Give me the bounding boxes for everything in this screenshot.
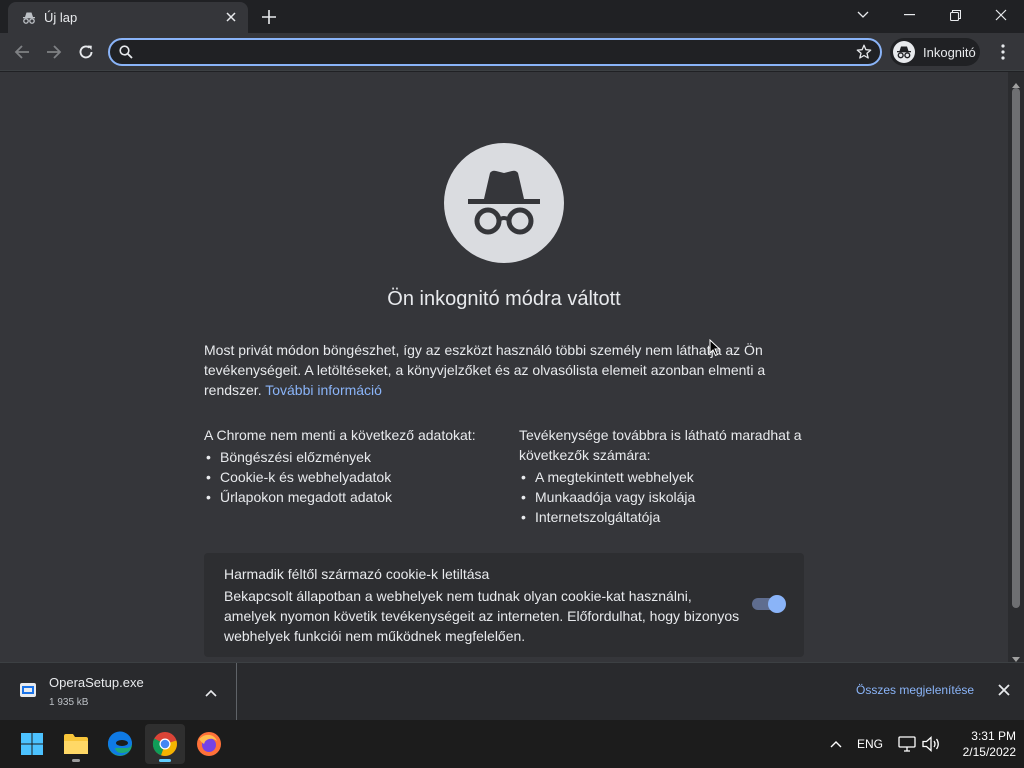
incognito-avatar-icon: [893, 41, 915, 63]
system-clock[interactable]: 3:31 PM 2/15/2022: [946, 728, 1016, 760]
incognito-hero-icon: [444, 143, 564, 263]
language-indicator[interactable]: ENG: [852, 720, 888, 768]
tab-strip: Új lap: [0, 0, 1024, 33]
toggle-knob: [768, 595, 786, 613]
network-icon[interactable]: [896, 720, 918, 768]
still-visible-heading: Tevékenysége továbbra is látható maradha…: [519, 427, 802, 463]
search-icon: [119, 45, 133, 64]
not-saved-column: A Chrome nem menti a következő adatokat:…: [204, 425, 494, 507]
profile-label: Inkognitó: [923, 44, 976, 60]
list-item: Internetszolgáltatója: [521, 507, 809, 527]
reload-button[interactable]: [73, 39, 99, 65]
volume-icon[interactable]: [920, 720, 942, 768]
tab-search-icon[interactable]: [840, 0, 886, 30]
tab-new-tab[interactable]: Új lap: [8, 2, 248, 33]
download-file-name: OperaSetup.exe: [49, 675, 144, 690]
not-saved-heading: A Chrome nem menti a következő adatokat:: [204, 427, 476, 443]
list-item: Cookie-k és webhelyadatok: [206, 467, 494, 487]
list-item: Munkaadója vagy iskolája: [521, 487, 809, 507]
incognito-icon: [22, 11, 36, 25]
download-file-size: 1 935 kB: [49, 697, 89, 708]
bookmark-star-icon[interactable]: [856, 44, 872, 65]
clock-time: 3:31 PM: [971, 729, 1016, 743]
chrome-icon[interactable]: [145, 724, 185, 764]
new-tab-button[interactable]: [258, 6, 280, 28]
vertical-scrollbar[interactable]: [1008, 72, 1024, 662]
address-bar[interactable]: [108, 38, 882, 66]
minimize-icon[interactable]: [886, 0, 932, 30]
cookie-card-description: Bekapcsolt állapotban a webhelyek nem tu…: [224, 588, 740, 644]
address-input[interactable]: [142, 43, 842, 61]
close-window-icon[interactable]: [978, 0, 1024, 30]
still-visible-list: A megtekintett webhelyek Munkaadója vagy…: [519, 467, 809, 527]
running-indicator: [159, 759, 171, 762]
scroll-up-icon[interactable]: [1012, 75, 1020, 88]
list-item: Űrlapokon megadott adatok: [206, 487, 494, 507]
firefox-icon[interactable]: [189, 724, 229, 764]
cookie-card-title: Harmadik féltől származó cookie-k letilt…: [224, 566, 490, 582]
still-visible-column: Tevékenysége továbbra is látható maradha…: [519, 425, 809, 527]
browser-toolbar: Inkognitó: [0, 33, 1024, 71]
not-saved-list: Böngészési előzmények Cookie-k és webhel…: [204, 447, 494, 507]
installer-file-icon: [19, 681, 37, 699]
incognito-profile-button[interactable]: Inkognitó: [890, 38, 980, 66]
windows-start-icon[interactable]: [12, 724, 52, 764]
back-button[interactable]: [9, 39, 35, 65]
scroll-down-icon[interactable]: [1012, 650, 1020, 662]
forward-button[interactable]: [41, 39, 67, 65]
more-menu-icon[interactable]: [992, 39, 1014, 65]
list-item: Böngészési előzmények: [206, 447, 494, 467]
show-all-downloads-link[interactable]: Összes megjelenítése: [856, 683, 974, 697]
running-indicator: [72, 759, 80, 762]
chevron-up-icon[interactable]: [205, 684, 217, 702]
restore-icon[interactable]: [932, 0, 978, 30]
incognito-new-tab-page: Ön inkognitó módra váltott Most privát m…: [0, 72, 1008, 662]
third-party-cookie-card: Harmadik féltől származó cookie-k letilt…: [204, 553, 804, 657]
learn-more-link[interactable]: További információ: [265, 382, 382, 398]
block-cookies-toggle[interactable]: [752, 595, 786, 613]
edge-icon[interactable]: [100, 724, 140, 764]
tab-title: Új lap: [44, 10, 78, 25]
page-title: Ön inkognitó módra váltott: [387, 288, 621, 310]
clock-date: 2/15/2022: [962, 745, 1016, 759]
windows-taskbar: ENG 3:31 PM 2/15/2022: [0, 720, 1024, 768]
close-download-shelf-icon[interactable]: [998, 683, 1010, 701]
mouse-cursor-icon: [709, 338, 721, 362]
tab-close-icon[interactable]: [222, 8, 240, 26]
download-item[interactable]: OperaSetup.exe 1 935 kB: [12, 663, 237, 721]
file-explorer-icon[interactable]: [56, 724, 96, 764]
list-item: A megtekintett webhelyek: [521, 467, 809, 487]
download-shelf: OperaSetup.exe 1 935 kB Összes megjelení…: [0, 662, 1024, 721]
scrollbar-thumb[interactable]: [1012, 88, 1020, 608]
show-hidden-icons-icon[interactable]: [826, 720, 846, 768]
